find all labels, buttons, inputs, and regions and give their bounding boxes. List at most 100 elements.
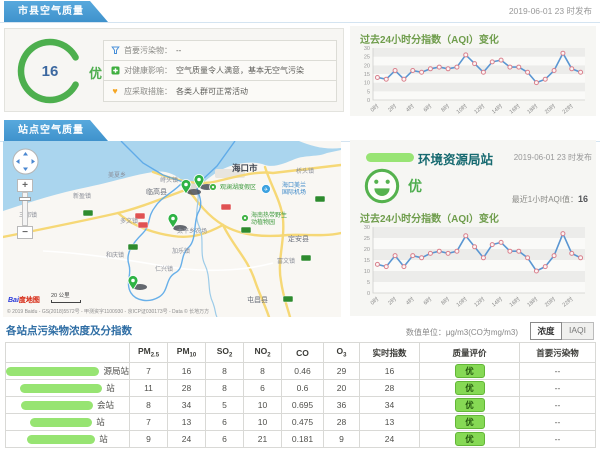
x-tick-label: 0时 xyxy=(369,295,381,307)
column-header: 首要污染物 xyxy=(520,343,596,363)
zoom-in-button[interactable]: + xyxy=(17,179,33,192)
pollutant-value-cell: 0.6 xyxy=(282,380,324,397)
data-point xyxy=(455,65,459,69)
y-tick-label: 15 xyxy=(364,258,370,264)
info-label: 应采取措施： xyxy=(124,86,172,97)
table-header: PM2.5PM10SO2NO2COO3实时指数质量评价首要污染物 xyxy=(6,343,596,363)
data-point xyxy=(481,256,485,260)
road-badge xyxy=(138,222,148,228)
data-point xyxy=(402,265,406,269)
pollutant-value-cell: 21 xyxy=(244,431,282,448)
column-header: 实时指数 xyxy=(360,343,420,363)
zoom-slider[interactable] xyxy=(22,192,28,226)
column-header: NO2 xyxy=(244,343,282,363)
x-tick-label: 8时 xyxy=(439,295,451,307)
station-name: 环境资源局站 xyxy=(418,149,493,168)
aqi-gauge: 16 xyxy=(15,36,85,106)
data-point xyxy=(464,53,468,57)
column-header: O3 xyxy=(324,343,360,363)
data-point xyxy=(428,251,432,255)
map-label: 太平乡农场 xyxy=(177,227,207,235)
station-name-cell: 站 xyxy=(6,380,130,397)
pollutant-table-title: 各站点污染物浓度及分指数 xyxy=(6,323,132,338)
map-label: 仁兴镇 xyxy=(155,265,173,273)
road-badge xyxy=(315,196,325,202)
y-tick-label: 20 xyxy=(364,63,370,69)
table-row: 源局站716880.462916优-- xyxy=(6,363,596,380)
data-point xyxy=(437,249,441,253)
pollutant-value-cell: 24 xyxy=(168,431,206,448)
rating-cell: 优 xyxy=(420,380,520,397)
data-point xyxy=(579,70,583,74)
x-tick-label: 14时 xyxy=(490,102,504,116)
chart-band xyxy=(373,271,585,282)
data-point xyxy=(534,269,538,273)
pollutant-table: PM2.5PM10SO2NO2COO3实时指数质量评价首要污染物 源局站 7 168… xyxy=(5,342,596,448)
x-tick-label: 4时 xyxy=(404,102,416,114)
chart-band xyxy=(373,48,585,57)
x-tick-label: 6时 xyxy=(422,295,434,307)
pollutant-value-cell: 11 xyxy=(130,380,168,397)
column-header: SO2 xyxy=(206,343,244,363)
data-point xyxy=(526,70,530,74)
data-point xyxy=(393,69,397,73)
pollutant-value-cell: 29 xyxy=(324,363,360,380)
station-name-cell: 站 xyxy=(6,414,130,431)
toggle-concentration-button[interactable]: 浓度 xyxy=(530,322,562,340)
svg-text:✈: ✈ xyxy=(264,187,268,193)
zoom-slider-handle[interactable] xyxy=(19,197,31,201)
x-tick-label: 16时 xyxy=(507,102,521,116)
rating-badge: 优 xyxy=(455,398,485,412)
data-point xyxy=(526,256,530,260)
data-point xyxy=(481,70,485,74)
pollutant-value-cell: 34 xyxy=(360,397,420,414)
station-name-cell: 源局站 xyxy=(6,363,130,380)
data-point xyxy=(570,67,574,71)
city-aqi-chart-panel: 过去24小时分指数（AQI）变化 0510152025300时2时4时6时8时1… xyxy=(350,26,596,116)
chart-band xyxy=(373,57,585,66)
primary-pollutant-cell: -- xyxy=(520,363,596,380)
data-point xyxy=(508,249,512,253)
map-label: 临高县 xyxy=(146,187,167,196)
aqi-info-box: 首要污染物： -- 对健康影响： 空气质量令人满意，基本无空气污染 ♥ 应采取措… xyxy=(103,40,337,102)
map-label: 桥头镇 xyxy=(296,167,314,175)
station-map[interactable]: 海口市临高县定安县屯昌县美夏乡峙头镇新盈镇三都镇多文镇和庆镇加乐镇仁兴镇太平乡农… xyxy=(3,141,341,317)
road-badge xyxy=(221,204,231,210)
aqi-24h-chart-station: 0510152025300时2时4时6时8时10时12时14时16时18时20时… xyxy=(356,224,590,310)
map-label: 和庆镇 xyxy=(106,251,124,259)
rating-badge: 优 xyxy=(455,381,485,395)
heart-icon: ♥ xyxy=(110,87,120,96)
y-tick-label: 30 xyxy=(364,46,370,52)
toggle-iaqi-button[interactable]: IAQI xyxy=(562,322,594,340)
map-label: 屯昌县 xyxy=(247,295,268,304)
data-point xyxy=(543,265,547,269)
map-label: 加乐镇 xyxy=(172,247,190,255)
pollutant-value-cell: 24 xyxy=(360,431,420,448)
info-row-pollutant: 首要污染物： -- xyxy=(104,41,336,61)
park-poi-icon xyxy=(210,184,217,191)
rating-cell: 优 xyxy=(420,363,520,380)
column-header xyxy=(6,343,130,363)
data-point xyxy=(490,60,494,64)
x-tick-label: 14时 xyxy=(490,295,504,309)
data-point xyxy=(375,75,379,79)
flask-icon xyxy=(110,42,120,60)
pollutant-value-cell: 6 xyxy=(206,431,244,448)
redacted-station-prefix xyxy=(366,153,414,162)
x-tick-label: 2时 xyxy=(386,102,398,114)
map-pan-control[interactable] xyxy=(12,148,39,175)
pollutant-value-cell: 16 xyxy=(168,363,206,380)
x-tick-label: 10时 xyxy=(454,102,468,116)
pollutant-value-cell: 8 xyxy=(206,363,244,380)
data-point xyxy=(517,249,521,253)
pollutant-value-cell: 7 xyxy=(130,414,168,431)
map-label: 国际机场 xyxy=(282,188,306,196)
table-row: 站7136100.4752813优-- xyxy=(6,414,596,431)
column-header: CO xyxy=(282,343,324,363)
zoom-out-button[interactable]: − xyxy=(17,226,33,239)
tab-station-air-quality: 站点空气质量 xyxy=(4,120,108,141)
park-poi-icon xyxy=(242,215,249,222)
y-tick-label: 5 xyxy=(367,89,370,95)
map-label: 观澜湖度假区 xyxy=(220,183,256,191)
table-row: 站9246210.181924优-- xyxy=(6,431,596,448)
